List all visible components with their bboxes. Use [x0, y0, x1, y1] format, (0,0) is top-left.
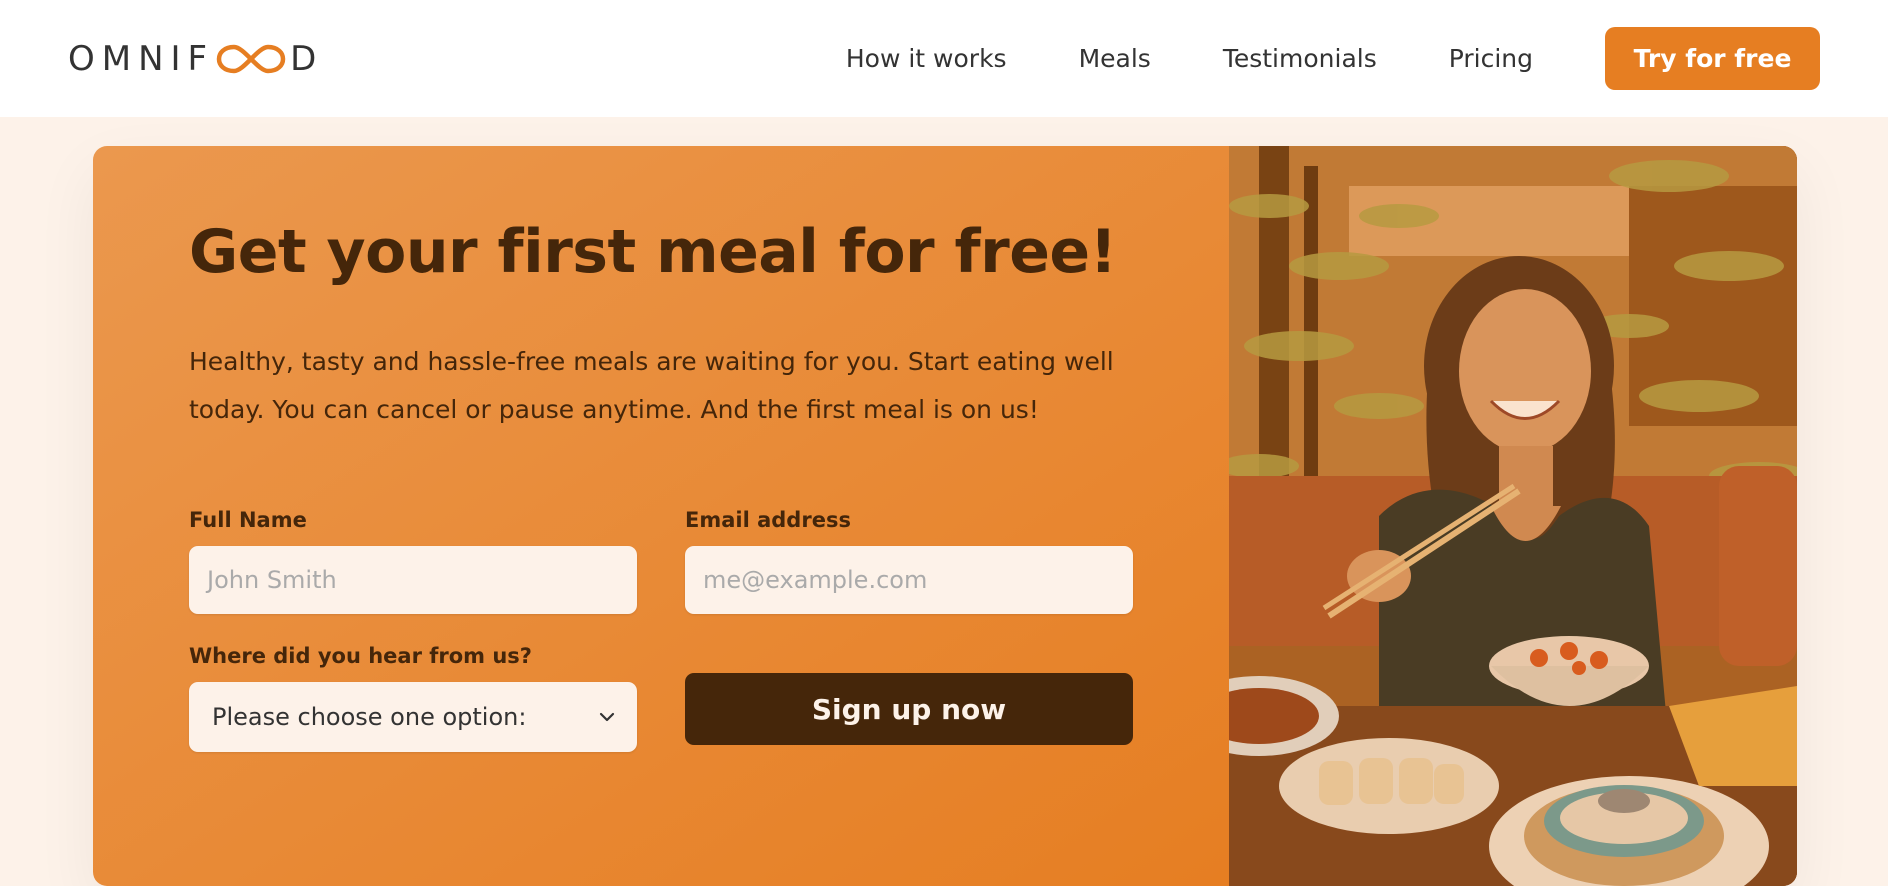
- logo-text-left: OMNIF: [68, 38, 215, 79]
- full-name-placeholder: John Smith: [207, 566, 337, 594]
- nav-how-it-works[interactable]: How it works: [846, 44, 1007, 73]
- chevron-down-icon: [599, 712, 615, 722]
- site-header: OMNIF D How it works Meals Testimonials …: [0, 0, 1888, 117]
- woman-eating-photo: [1229, 146, 1797, 886]
- full-name-label: Full Name: [189, 508, 307, 532]
- nav-meals[interactable]: Meals: [1079, 44, 1151, 73]
- email-label: Email address: [685, 508, 851, 532]
- email-placeholder: me@example.com: [703, 566, 928, 594]
- full-name-field: Full Name John Smith: [189, 508, 637, 614]
- email-field: Email address me@example.com: [685, 508, 1133, 614]
- nav-testimonials[interactable]: Testimonials: [1223, 44, 1377, 73]
- source-label: Where did you hear from us?: [189, 644, 532, 668]
- full-name-input[interactable]: John Smith: [189, 546, 637, 614]
- omnifood-logo[interactable]: OMNIF D: [68, 39, 323, 79]
- signup-form: Full Name John Smith Email address me@ex…: [189, 508, 1133, 752]
- source-select[interactable]: Please choose one option:: [189, 682, 637, 752]
- sign-up-button[interactable]: Sign up now: [685, 673, 1133, 745]
- cta-text-box: Get your first meal for free! Healthy, t…: [93, 146, 1229, 886]
- photo-illustration: [1229, 146, 1797, 886]
- nav-pricing[interactable]: Pricing: [1449, 44, 1533, 73]
- submit-field: Sign up now: [685, 644, 1133, 752]
- cta-card: Get your first meal for free! Healthy, t…: [93, 146, 1797, 886]
- try-for-free-button[interactable]: Try for free: [1605, 27, 1820, 90]
- main-nav: How it works Meals Testimonials Pricing …: [846, 27, 1820, 90]
- cta-heading: Get your first meal for free!: [189, 217, 1117, 287]
- source-selected-value: Please choose one option:: [212, 703, 527, 731]
- source-field: Where did you hear from us? Please choos…: [189, 644, 637, 752]
- cta-description: Healthy, tasty and hassle-free meals are…: [189, 347, 1114, 424]
- logo-text-right: D: [290, 38, 324, 79]
- infinity-icon: [216, 44, 286, 73]
- email-input[interactable]: me@example.com: [685, 546, 1133, 614]
